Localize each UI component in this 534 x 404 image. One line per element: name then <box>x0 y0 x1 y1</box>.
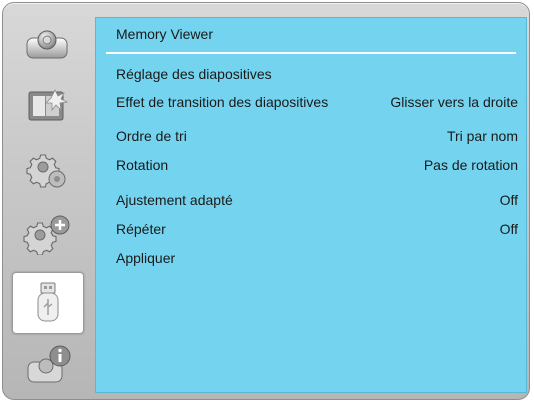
menu-item-label: Ordre de tri <box>116 128 187 144</box>
menu-item-label: Rotation <box>116 157 169 173</box>
menu-item-label: Effet de transition des diapositives <box>116 94 329 110</box>
menu-item-value: Tri par nom <box>446 128 518 144</box>
menu-item-value: Glisser vers la droite <box>390 94 518 110</box>
menu-item-apply[interactable]: Appliquer <box>96 246 526 270</box>
menu-item-label: Réglage des diapositives <box>116 66 272 82</box>
memory-viewer-panel: Memory Viewer Réglage des diapositives E… <box>95 17 527 393</box>
menu-item-repeat[interactable]: Répéter Off <box>96 217 526 241</box>
menu-item-best-fit[interactable]: Ajustement adapté Off <box>96 188 526 212</box>
menu-item-transition-effect[interactable]: Effet de transition des diapositives Gli… <box>96 90 526 114</box>
menu-item-value: Off <box>499 221 518 237</box>
sidebar-item-memory-viewer[interactable] <box>12 272 84 334</box>
sidebar-item-display[interactable] <box>12 16 82 72</box>
header-divider <box>106 52 516 54</box>
menu-item-rotation[interactable]: Rotation Pas de rotation <box>96 153 526 177</box>
usb-memory-icon <box>37 282 59 322</box>
picture-adjust-icon <box>28 89 69 121</box>
sidebar-item-picture[interactable] <box>12 78 82 134</box>
projector-icon <box>26 30 68 59</box>
menu-item-label: Appliquer <box>116 250 176 266</box>
sidebar-item-extended[interactable] <box>12 206 82 262</box>
page-title: Memory Viewer <box>116 26 213 42</box>
menu-item-value: Pas de rotation <box>423 157 518 173</box>
sidebar-item-info[interactable] <box>12 338 82 394</box>
menu-item-value: Off <box>499 192 518 208</box>
sidebar-item-setting[interactable] <box>12 142 82 198</box>
menu-item-label: Répéter <box>116 221 166 237</box>
menu-item-label: Ajustement adapté <box>116 192 233 208</box>
menu-item-slide-setting[interactable]: Réglage des diapositives <box>96 62 526 86</box>
info-icon <box>27 345 71 383</box>
sidebar <box>10 12 84 392</box>
gear-icon <box>26 154 66 188</box>
panel-header: Memory Viewer <box>96 18 526 52</box>
menu-item-sort-order[interactable]: Ordre de tri Tri par nom <box>96 124 526 148</box>
advanced-gear-icon <box>23 215 70 255</box>
